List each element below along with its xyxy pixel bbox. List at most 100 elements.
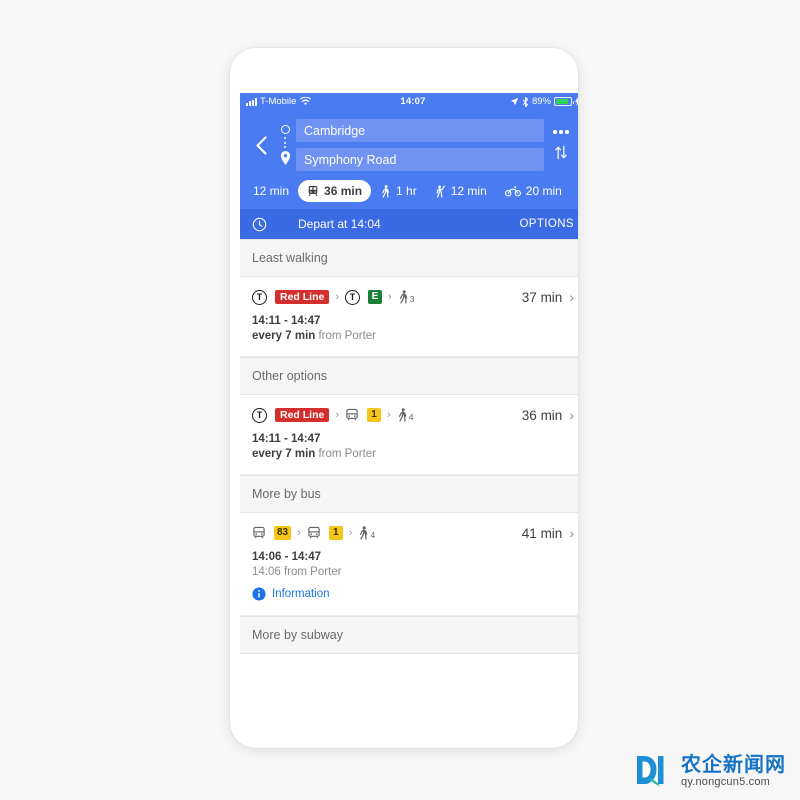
leg-separator-icon: › — [388, 291, 392, 303]
phone-screen: T-Mobile 14:07 89% Cambridge Symphony Ro… — [240, 93, 578, 693]
walk-icon — [358, 526, 369, 540]
options-button[interactable]: OPTIONS — [519, 218, 574, 230]
mode-tab-rideshare-label: 12 min — [450, 184, 487, 198]
watermark-text: 农企新闻网 qy.nongcun5.com — [681, 754, 786, 788]
route-option-2-summary: T Red Line › 1 › 4 36 min › — [252, 407, 574, 423]
walk-leg-count: 4 — [370, 529, 376, 540]
directions-header: Cambridge Symphony Road 12 min 36 min 1 … — [240, 110, 578, 209]
watermark-url: qy.nongcun5.com — [681, 776, 771, 788]
pin-marker-icon — [280, 151, 291, 165]
walk-icon — [380, 184, 391, 198]
route-option-2[interactable]: T Red Line › 1 › 4 36 min › 14:11 - 14:4… — [240, 395, 578, 475]
walk-icon — [398, 290, 409, 304]
route-markers — [274, 116, 296, 174]
back-chevron-icon — [255, 135, 268, 155]
battery-icon — [554, 97, 574, 106]
route-option-1-times: 14:11 - 14:47 — [252, 315, 321, 327]
mode-tab-walk[interactable]: 1 hr — [371, 180, 426, 202]
section-header-more-by-bus: More by bus — [240, 475, 578, 513]
route-option-2-duration: 36 min — [521, 407, 563, 423]
mode-tab-bike[interactable]: 20 min — [496, 180, 571, 202]
walk-leg: 3 — [398, 290, 415, 304]
clock-icon — [252, 217, 274, 232]
chevron-right-icon[interactable]: › — [569, 289, 574, 305]
bus-icon — [345, 408, 359, 422]
mode-tab-car-label: 12 min — [253, 184, 290, 198]
route-option-3-times: 14:06 - 14:47 — [252, 551, 322, 563]
walk-leg-count: 3 — [409, 293, 415, 304]
route-option-1-frequency-rest: from Porter — [315, 330, 377, 342]
origin-input[interactable]: Cambridge — [296, 119, 544, 142]
bike-icon — [504, 185, 521, 197]
route-option-1[interactable]: T Red Line › T E › 3 37 min › 14:11 - 14… — [240, 277, 578, 357]
mode-tab-car[interactable]: 12 min — [248, 180, 298, 202]
travel-mode-tabs: 12 min 36 min 1 hr 12 min 20 min — [240, 174, 578, 209]
line-badge-red-line: Red Line — [275, 408, 330, 422]
screenshot-stage: T-Mobile 14:07 89% Cambridge Symphony Ro… — [0, 0, 800, 800]
bluetooth-icon — [522, 96, 529, 107]
line-badge-e: E — [368, 290, 383, 304]
leg-separator-icon: › — [297, 527, 301, 539]
bus-icon — [252, 526, 266, 540]
nongcun-logo-icon — [635, 754, 675, 788]
route-option-3-information-link[interactable]: Information — [252, 587, 574, 601]
route-option-3-duration-group: 41 min › — [522, 525, 574, 541]
mode-tab-transit-label: 36 min — [324, 184, 363, 198]
leg-separator-icon: › — [348, 527, 353, 539]
line-badge-83: 83 — [274, 526, 292, 540]
route-option-1-frequency: every 7 min from Porter — [252, 330, 574, 342]
list-bottom-spacer — [240, 654, 578, 672]
route-option-1-legs: T Red Line › T E › 3 — [252, 289, 522, 305]
route-option-2-frequency-rest: from Porter — [315, 448, 377, 460]
line-badge-red-line: Red Line — [275, 290, 330, 304]
mode-tab-transit[interactable]: 36 min — [298, 180, 372, 202]
origin-value: Cambridge — [304, 123, 366, 138]
mbta-t-icon: T — [252, 407, 267, 423]
more-options-icon[interactable] — [553, 130, 569, 134]
swap-arrows-icon[interactable] — [554, 145, 568, 160]
section-header-more-by-subway[interactable]: More by subway — [240, 616, 578, 654]
route-option-3[interactable]: 83 › 1 › 4 41 min › 14:06 - 14:47 14:06 … — [240, 513, 578, 616]
chevron-right-icon[interactable]: › — [569, 407, 574, 423]
transit-icon — [307, 185, 319, 197]
mbta-t-icon: T — [345, 289, 361, 305]
mode-tab-rideshare[interactable]: 12 min — [426, 180, 496, 202]
circle-marker-icon — [280, 125, 290, 134]
route-input-row: Cambridge Symphony Road — [240, 116, 578, 174]
route-option-3-legs: 83 › 1 › 4 — [252, 526, 522, 540]
leg-separator-icon: › — [335, 409, 340, 421]
walk-leg: 4 — [397, 408, 414, 422]
battery-percent-label: 89% — [531, 96, 551, 107]
walk-leg: 4 — [358, 526, 375, 540]
depart-bar[interactable]: Depart at 14:04 OPTIONS — [240, 209, 578, 239]
route-fields: Cambridge Symphony Road — [296, 119, 544, 171]
walk-leg-count: 4 — [408, 411, 414, 422]
phone-frame: T-Mobile 14:07 89% Cambridge Symphony Ro… — [230, 48, 578, 748]
route-option-2-frequency: every 7 min from Porter — [252, 448, 574, 460]
route-results-list: Least walking T Red Line › T E › 3 37 mi… — [240, 239, 578, 672]
back-button[interactable] — [248, 116, 274, 174]
route-option-2-duration-group: 36 min › — [522, 407, 574, 423]
route-option-3-duration: 41 min — [521, 525, 563, 541]
route-option-1-frequency-bold: every 7 min — [252, 330, 316, 342]
section-header-least-walking: Least walking — [240, 239, 578, 277]
leg-separator-icon: › — [335, 291, 340, 303]
mode-tab-walk-label: 1 hr — [396, 184, 417, 198]
route-option-2-legs: T Red Line › 1 › 4 — [252, 407, 522, 423]
depart-time-label: Depart at 14:04 — [298, 217, 381, 231]
mbta-t-icon: T — [252, 289, 267, 305]
route-option-1-summary: T Red Line › T E › 3 37 min › — [252, 289, 574, 305]
watermark-site-name: 农企新闻网 — [681, 752, 786, 776]
destination-value: Symphony Road — [304, 152, 397, 167]
route-option-1-duration: 37 min — [521, 289, 563, 305]
info-icon — [252, 587, 266, 601]
chevron-right-icon[interactable]: › — [569, 525, 574, 541]
status-bar-right: 89% — [510, 96, 578, 107]
charging-bolt-icon — [575, 97, 578, 106]
status-bar: T-Mobile 14:07 89% — [240, 93, 578, 110]
route-option-2-times: 14:11 - 14:47 — [252, 433, 321, 445]
route-dots — [284, 137, 286, 148]
rideshare-icon — [435, 184, 446, 198]
route-option-2-frequency-bold: every 7 min — [252, 448, 316, 460]
destination-input[interactable]: Symphony Road — [296, 148, 544, 171]
